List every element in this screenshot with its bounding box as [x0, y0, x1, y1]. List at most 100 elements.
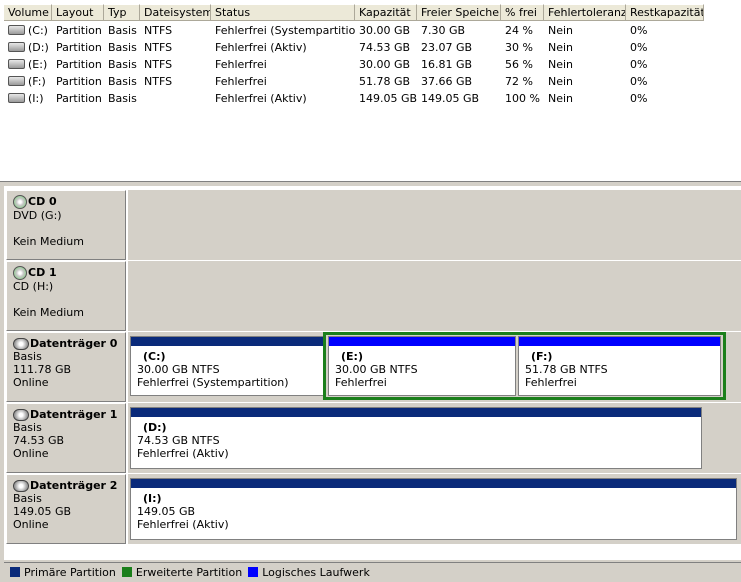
column-header-free-space[interactable]: Freier Speicher — [417, 4, 501, 21]
drive-icon — [8, 25, 25, 35]
disk-status: Kein Medium — [13, 306, 84, 319]
partition-status: Fehlerfrei — [335, 376, 387, 389]
partition-e[interactable]: (E:) 30.00 GB NTFS Fehlerfrei — [328, 336, 516, 396]
hard-disk-icon — [13, 338, 29, 350]
logical-drive-swatch — [248, 567, 259, 577]
disk-type: Basis — [13, 421, 42, 434]
disk-label-cd0[interactable]: CD 0 DVD (G:) Kein Medium — [6, 190, 126, 260]
table-row[interactable]: (D:) Partition Basis NTFS Fehlerfrei (Ak… — [4, 39, 704, 56]
disk-area-cd0[interactable] — [128, 190, 741, 260]
disk-label-1[interactable]: Datenträger 1 Basis 74.53 GB Online — [6, 403, 126, 473]
cell-free-space: 16.81 GB — [421, 58, 473, 71]
partition-size: 51.78 GB NTFS — [525, 363, 608, 376]
table-row[interactable]: (F:) Partition Basis NTFS Fehlerfrei 51.… — [4, 73, 704, 90]
disk-row-0: Datenträger 0 Basis 111.78 GB Online (C:… — [4, 332, 741, 402]
cell-filesystem: NTFS — [144, 24, 173, 37]
partition-status: Fehlerfrei (Systempartition) — [137, 376, 289, 389]
partition-d[interactable]: (D:) 74.53 GB NTFS Fehlerfrei (Aktiv) — [130, 407, 702, 469]
cell-status: Fehlerfrei — [215, 75, 267, 88]
disk-area-cd1[interactable] — [128, 261, 741, 331]
cell-layout: Partition — [56, 24, 102, 37]
cell-fault-tolerance: Nein — [548, 41, 574, 54]
primary-partition-swatch — [10, 567, 20, 577]
disk-label-0[interactable]: Datenträger 0 Basis 111.78 GB Online — [6, 332, 126, 402]
disk-state: Online — [13, 447, 49, 460]
table-row[interactable]: (C:) Partition Basis NTFS Fehlerfrei (Sy… — [4, 22, 704, 39]
partition-letter: (E:) — [341, 350, 363, 363]
cell-filesystem: NTFS — [144, 75, 173, 88]
partition-letter: (F:) — [531, 350, 553, 363]
cell-free-space: 23.07 GB — [421, 41, 473, 54]
disk-row-cd0: CD 0 DVD (G:) Kein Medium — [4, 190, 741, 260]
disk-name: Datenträger 1 — [30, 408, 118, 421]
column-header-capacity[interactable]: Kapazität — [355, 4, 417, 21]
cell-percent-free: 72 % — [505, 75, 533, 88]
partition-f[interactable]: (F:) 51.78 GB NTFS Fehlerfrei — [518, 336, 721, 396]
cell-fault-tolerance: Nein — [548, 75, 574, 88]
partition-letter: (D:) — [143, 421, 167, 434]
partition-status: Fehlerfrei (Aktiv) — [137, 518, 229, 531]
cell-free-space: 149.05 GB — [421, 92, 480, 105]
disk-size: 149.05 GB — [13, 505, 72, 518]
cell-volume: (D:) — [28, 41, 49, 54]
cell-capacity: 51.78 GB — [359, 75, 411, 88]
partition-size: 30.00 GB NTFS — [335, 363, 418, 376]
disk-name: Datenträger 0 — [30, 337, 118, 350]
cell-type: Basis — [108, 41, 137, 54]
column-header-fault-tolerance[interactable]: Fehlertoleranz — [544, 4, 626, 21]
disk-map: CD 0 DVD (G:) Kein Medium CD 1 CD (H:) K… — [4, 186, 741, 560]
cell-capacity: 30.00 GB — [359, 58, 411, 71]
cell-percent-free: 30 % — [505, 41, 533, 54]
disk-type: Basis — [13, 492, 42, 505]
cell-status: Fehlerfrei — [215, 58, 267, 71]
drive-icon — [8, 76, 25, 86]
hard-disk-icon — [13, 409, 29, 421]
partition-letter: (I:) — [143, 492, 162, 505]
column-header-filesystem[interactable]: Dateisystem — [140, 4, 211, 21]
cell-type: Basis — [108, 58, 137, 71]
column-header-layout[interactable]: Layout — [52, 4, 104, 21]
partition-status: Fehlerfrei (Aktiv) — [137, 447, 229, 460]
column-header-overhead[interactable]: Restkapazität — [626, 4, 704, 21]
cell-layout: Partition — [56, 92, 102, 105]
cell-type: Basis — [108, 24, 137, 37]
hard-disk-icon — [13, 480, 29, 492]
table-row[interactable]: (E:) Partition Basis NTFS Fehlerfrei 30.… — [4, 56, 704, 73]
cell-status: Fehlerfrei (Systempartition) — [215, 24, 355, 37]
disk-row-1: Datenträger 1 Basis 74.53 GB Online (D:)… — [4, 403, 741, 473]
disk-size: 74.53 GB — [13, 434, 65, 447]
cell-percent-free: 56 % — [505, 58, 533, 71]
partition-i[interactable]: (I:) 149.05 GB Fehlerfrei (Aktiv) — [130, 478, 737, 540]
cell-capacity: 149.05 GB — [359, 92, 417, 105]
extended-partition-swatch — [121, 567, 132, 577]
cell-fault-tolerance: Nein — [548, 92, 574, 105]
disk-label-2[interactable]: Datenträger 2 Basis 149.05 GB Online — [6, 474, 126, 544]
cell-free-space: 7.30 GB — [421, 24, 466, 37]
volume-list-header: Volume Layout Typ Dateisystem Status Kap… — [4, 4, 704, 21]
column-header-status[interactable]: Status — [211, 4, 355, 21]
cell-filesystem: NTFS — [144, 41, 173, 54]
partition-size: 74.53 GB NTFS — [137, 434, 220, 447]
disk-sub: CD (H:) — [13, 280, 54, 293]
disk-state: Online — [13, 376, 49, 389]
cell-volume: (F:) — [28, 75, 46, 88]
column-header-volume[interactable]: Volume — [4, 4, 52, 21]
column-header-percent-free[interactable]: % frei — [501, 4, 544, 21]
column-header-type[interactable]: Typ — [104, 4, 140, 21]
cell-volume: (I:) — [28, 92, 44, 105]
cell-layout: Partition — [56, 41, 102, 54]
cell-percent-free: 100 % — [505, 92, 540, 105]
cell-overhead: 0% — [630, 24, 648, 37]
disk-name: CD 0 — [28, 195, 57, 208]
cell-filesystem: NTFS — [144, 58, 173, 71]
table-row[interactable]: (I:) Partition Basis Fehlerfrei (Aktiv) … — [4, 90, 704, 107]
cell-overhead: 0% — [630, 41, 648, 54]
disk-row-2: Datenträger 2 Basis 149.05 GB Online (I:… — [4, 474, 741, 544]
cell-status: Fehlerfrei (Aktiv) — [215, 41, 307, 54]
cell-free-space: 37.66 GB — [421, 75, 473, 88]
partition-c[interactable]: (C:) 30.00 GB NTFS Fehlerfrei (Systempar… — [130, 336, 324, 396]
drive-icon — [8, 42, 25, 52]
cell-capacity: 74.53 GB — [359, 41, 411, 54]
disk-label-cd1[interactable]: CD 1 CD (H:) Kein Medium — [6, 261, 126, 331]
cell-volume: (C:) — [28, 24, 48, 37]
